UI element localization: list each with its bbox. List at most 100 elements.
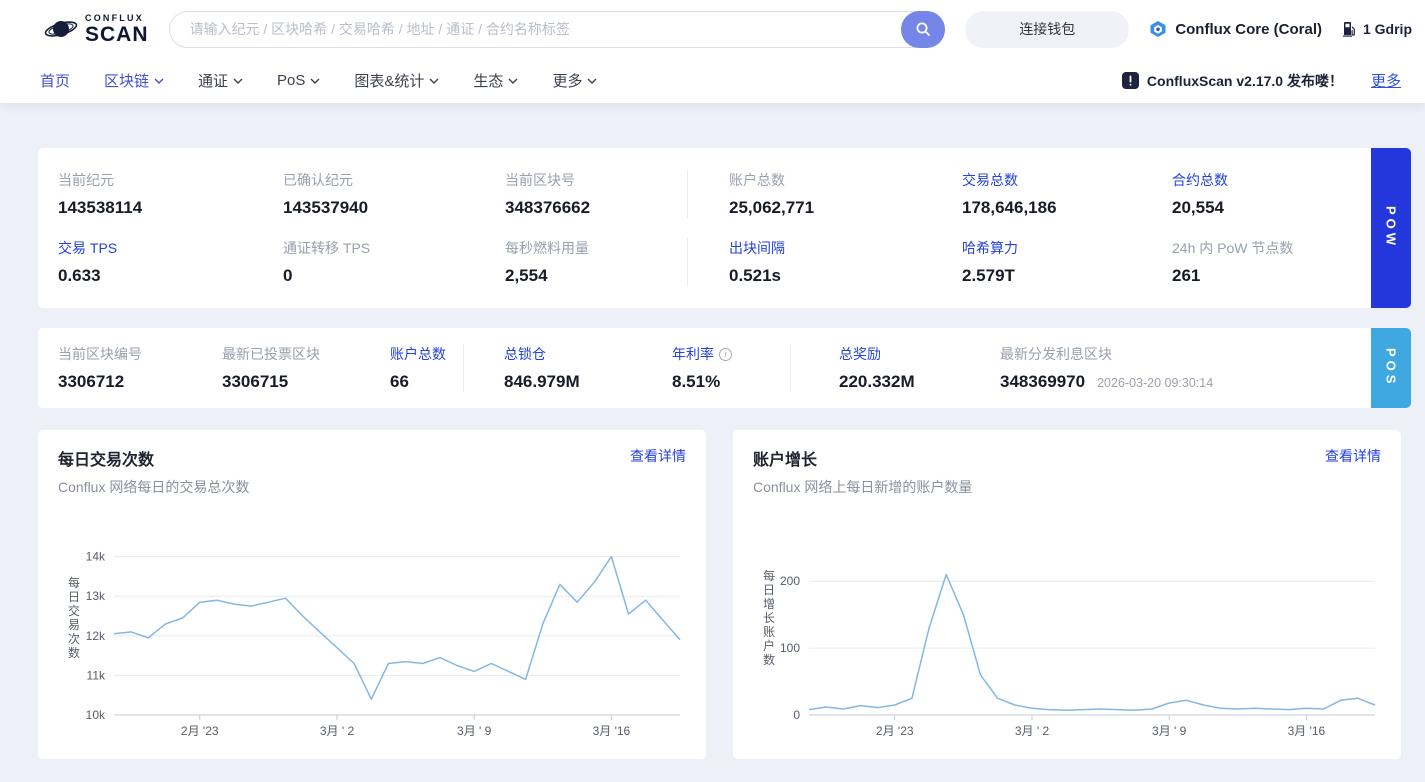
main-nav: 首页 区块链 通证 PoS 图表&统计 生态 更多 ConfluxScan v2… <box>0 58 1425 103</box>
svg-text:数: 数 <box>763 652 775 667</box>
main-content: 当前纪元 143538114 已确认纪元 143537940 当前区块号 34837666… <box>0 103 1425 759</box>
stat-label[interactable]: 交易 TPS <box>58 238 283 258</box>
chart-header: 账户增长 Conflux 网络上每日新增的账户数量 查看详情 <box>753 446 1381 497</box>
stat-label: 24h 内 PoW 节点数 <box>1172 240 1294 256</box>
chart-subtitle: Conflux 网络每日的交易总次数 <box>58 479 250 495</box>
search-icon <box>916 22 931 36</box>
nav-item-label: 更多 <box>552 73 583 90</box>
svg-text:3月 '16: 3月 '16 <box>593 724 631 738</box>
svg-text:日: 日 <box>68 590 80 604</box>
stat-label[interactable]: 总奖励 <box>839 344 1000 364</box>
announcement[interactable]: ConfluxScan v2.17.0 发布喽！ <box>1121 71 1343 91</box>
nav-item-charts-stats[interactable]: 图表&统计 <box>354 70 439 91</box>
stat-item: 当前区块编号 3306712 <box>58 344 222 392</box>
logo-text-top: CONFLUX <box>85 12 144 23</box>
stat-label[interactable]: 交易总数 <box>962 170 1172 190</box>
nav-item-home[interactable]: 首页 <box>40 70 70 91</box>
nav-item-more[interactable]: 更多 <box>552 70 597 91</box>
stat-label: 每秒燃料用量 <box>505 240 589 256</box>
svg-text:2月 '23: 2月 '23 <box>876 724 914 738</box>
svg-text:长: 长 <box>763 611 775 625</box>
stat-item: 通证转移 TPS 0 <box>283 238 505 286</box>
svg-text:每: 每 <box>763 568 775 583</box>
announcement-more-link[interactable]: 更多 <box>1371 70 1401 91</box>
pos-tab[interactable]: POS <box>1371 328 1411 408</box>
stat-value: 143537940 <box>283 198 369 217</box>
svg-text:交: 交 <box>68 603 80 618</box>
stat-item: 24h 内 PoW 节点数 261 <box>1172 238 1371 286</box>
stat-value: 348369970 2026-03-20 09:30:14 <box>1000 372 1214 391</box>
stat-value: 3306712 <box>58 372 125 391</box>
stat-label[interactable]: 年利率 i <box>672 344 790 364</box>
stat-item: 账户总数 66 <box>390 344 463 392</box>
account-growth-chart: 0 100 200 2月 '23 3月 ' 2 3月 ' 9 3月 '16 每日增长账户数 <box>763 568 1376 738</box>
nav-item-tokens[interactable]: 通证 <box>198 70 243 91</box>
gas-price[interactable]: 1 Gdrip <box>1342 21 1412 37</box>
network-selector[interactable]: Conflux Core (Coral) <box>1149 20 1322 38</box>
view-details-link[interactable]: 查看详情 <box>630 446 686 466</box>
svg-text:3月 '16: 3月 '16 <box>1288 724 1326 738</box>
svg-text:次: 次 <box>68 632 80 646</box>
svg-text:13k: 13k <box>86 589 106 603</box>
pow-tab[interactable]: POW <box>1371 148 1411 308</box>
connect-wallet-button[interactable]: 连接钱包 <box>965 10 1130 48</box>
nav-item-label: 区块链 <box>104 73 150 90</box>
stat-value: 20,554 <box>1172 198 1224 217</box>
conflux-network-icon <box>1150 21 1166 37</box>
svg-text:户: 户 <box>763 638 775 653</box>
chart-title: 账户增长 <box>753 452 818 469</box>
search-input[interactable] <box>168 10 946 48</box>
account-growth-card: 账户增长 Conflux 网络上每日新增的账户数量 查看详情 0 100 200 2月… <box>733 430 1401 759</box>
stat-label: 账户总数 <box>729 172 785 188</box>
nav-item-pos[interactable]: PoS <box>277 72 320 89</box>
nav-right: ConfluxScan v2.17.0 发布喽！ 更多 <box>1121 70 1401 91</box>
search-button[interactable] <box>901 10 946 48</box>
svg-text:14k: 14k <box>86 550 106 564</box>
stat-label[interactable]: 总锁仓 <box>504 344 672 364</box>
stat-value: 846.979M <box>504 372 580 391</box>
svg-text:日: 日 <box>763 583 775 597</box>
svg-text:3月 ' 9: 3月 ' 9 <box>457 724 492 738</box>
stat-label[interactable]: 出块间隔 <box>729 238 962 258</box>
stat-value: 178,646,186 <box>962 198 1057 217</box>
header-top-row: CONFLUX SCAN 连接钱包 Conflux Core (Coral) <box>0 0 1425 58</box>
stat-item: 交易总数 178,646,186 <box>962 170 1172 218</box>
svg-text:3月 ' 2: 3月 ' 2 <box>320 724 355 738</box>
stat-item: 当前区块号 348376662 <box>505 170 687 218</box>
svg-text:数: 数 <box>68 645 80 660</box>
logo[interactable]: CONFLUX SCAN <box>40 12 149 45</box>
pow-stats-grid: 当前纪元 143538114 已确认纪元 143537940 当前区块号 34837666… <box>38 148 1371 308</box>
stat-label[interactable]: 账户总数 <box>390 344 463 364</box>
stat-item: 交易 TPS 0.633 <box>58 238 283 286</box>
nav-item-label: PoS <box>277 72 306 89</box>
svg-text:账: 账 <box>763 625 775 639</box>
stat-value: 3306715 <box>222 372 289 391</box>
chevron-down-icon <box>154 78 164 84</box>
stat-value: 261 <box>1172 266 1201 285</box>
info-icon[interactable]: i <box>719 347 732 361</box>
pos-stats-grid: 当前区块编号 3306712 最新已投票区块 3306715 账户总数 66 总锁仓 846.… <box>38 328 1371 408</box>
view-details-link[interactable]: 查看详情 <box>1325 446 1381 466</box>
announcement-text: ConfluxScan v2.17.0 发布喽！ <box>1146 72 1343 89</box>
chevron-down-icon <box>587 78 597 84</box>
stat-label[interactable]: 哈希算力 <box>962 238 1172 258</box>
stat-value: 8.51% <box>672 372 721 391</box>
svg-text:3月 ' 2: 3月 ' 2 <box>1015 724 1050 738</box>
stat-item: 总锁仓 846.979M <box>463 344 672 392</box>
nav-item-label: 首页 <box>40 73 71 90</box>
stat-item: 账户总数 25,062,771 <box>687 170 962 218</box>
stat-item: 合约总数 20,554 <box>1172 170 1371 218</box>
chart-title: 每日交易次数 <box>58 452 155 469</box>
stat-value: 25,062,771 <box>729 198 815 217</box>
stat-item: 当前纪元 143538114 <box>58 170 283 218</box>
stat-value: 0.633 <box>58 266 101 285</box>
nav-item-ecosystem[interactable]: 生态 <box>473 70 518 91</box>
network-label: Conflux Core (Coral) <box>1175 20 1322 38</box>
svg-text:易: 易 <box>68 618 80 632</box>
header: CONFLUX SCAN 连接钱包 Conflux Core (Coral) <box>0 0 1425 103</box>
chart-header: 每日交易次数 Conflux 网络每日的交易总次数 查看详情 <box>58 446 686 497</box>
svg-text:每: 每 <box>68 575 80 590</box>
nav-item-blockchain[interactable]: 区块链 <box>104 70 164 91</box>
pow-stats-card: 当前纪元 143538114 已确认纪元 143537940 当前区块号 34837666… <box>38 148 1371 308</box>
stat-label[interactable]: 合约总数 <box>1172 170 1371 190</box>
